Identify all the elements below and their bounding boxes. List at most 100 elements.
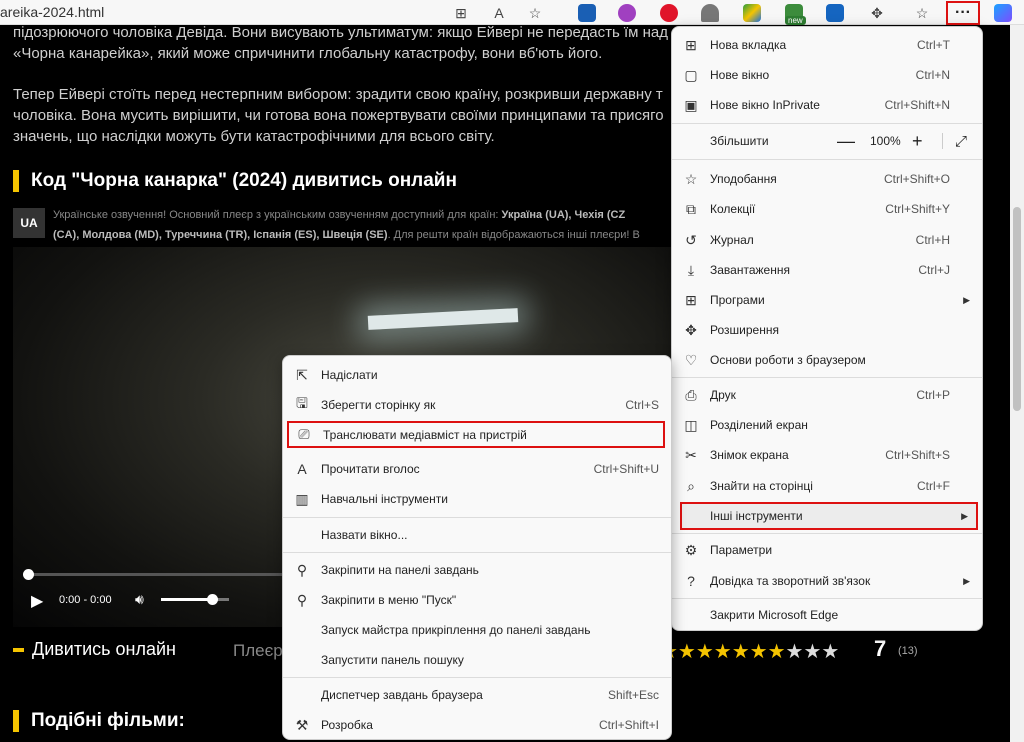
- fullscreen-icon[interactable]: ⤢: [955, 133, 967, 150]
- ext-drive-icon[interactable]: [743, 4, 761, 22]
- collections-icon: ⧉: [686, 200, 696, 217]
- rating-stars[interactable]: ★★★★★★★★★★: [660, 639, 839, 664]
- find-icon: ⌕: [687, 477, 695, 494]
- menu-separator: [283, 677, 671, 678]
- submenu-item-pin-taskbar[interactable]: ⚲ Закріпити на панелі завдань: [283, 555, 671, 585]
- read-aloud-icon[interactable]: A: [488, 2, 510, 24]
- settings-more-button[interactable]: ···: [946, 1, 980, 25]
- menu-item-help[interactable]: ? Довідка та зворотний зв'язок ▶: [672, 566, 982, 596]
- watch-heading: Код "Чорна канарка" (2024) дивитись онла…: [13, 170, 457, 192]
- favorite-star-icon[interactable]: ☆: [524, 2, 546, 24]
- menu-item-print[interactable]: ⎙ Друк Ctrl+P: [672, 380, 982, 410]
- description-text: підозрюючого чоловіка Девіда. Вони висув…: [13, 24, 669, 41]
- history-icon: ↺: [685, 231, 697, 248]
- volume-icon[interactable]: 🔊︎: [135, 591, 144, 608]
- favorites-icon: ☆: [684, 170, 698, 187]
- menu-item-browser-essentials[interactable]: ♡ Основи роботи з браузером: [672, 345, 982, 375]
- favorites-bar-icon[interactable]: ☆: [911, 2, 933, 24]
- devtools-icon: ⚒: [295, 716, 309, 733]
- save-page-icon: 🖫: [296, 395, 308, 411]
- submenu-item-pin-wizard[interactable]: Запуск майстра прикріплення до панелі за…: [283, 615, 671, 645]
- address-bar-url[interactable]: areika-2024.html: [0, 4, 104, 20]
- menu-item-favorites[interactable]: ☆ Уподобання Ctrl+Shift+O: [672, 164, 982, 194]
- inprivate-icon: ▣: [684, 96, 698, 113]
- menu-item-more-tools[interactable]: Інші інструменти ▶: [680, 502, 978, 530]
- menu-item-new-tab[interactable]: ⊞ Нова вкладка Ctrl+T: [672, 30, 982, 60]
- similar-heading: Подібні фільми:: [13, 710, 185, 732]
- menu-item-split-screen[interactable]: ◫ Розділений екран: [672, 410, 982, 440]
- submenu-item-developer-tools[interactable]: ⚒ Розробка Ctrl+Shift+I: [283, 710, 671, 740]
- chevron-right-icon: ▶: [963, 294, 970, 305]
- pin-taskbar-icon: ⚲: [296, 561, 308, 578]
- rating-value: 7: [874, 636, 887, 661]
- ext-arc-icon[interactable]: [701, 4, 719, 22]
- screenshot-icon: ✂: [685, 446, 697, 463]
- menu-item-new-window[interactable]: ▢ Нове вікно Ctrl+N: [672, 60, 982, 90]
- ext-opera-icon[interactable]: [660, 4, 678, 22]
- volume-fill: [161, 598, 212, 601]
- new-tab-icon: ⊞: [685, 36, 697, 53]
- description-text: значень, що наслідки можуть бути катастр…: [13, 128, 495, 145]
- browser-essentials-icon: ♡: [684, 351, 698, 368]
- copilot-icon[interactable]: [994, 4, 1012, 22]
- volume-slider[interactable]: [161, 594, 229, 605]
- menu-item-collections[interactable]: ⧉ Колекції Ctrl+Shift+Y: [672, 194, 982, 224]
- tab-accent: [13, 647, 24, 652]
- menu-item-settings[interactable]: ⚙ Параметри: [672, 535, 982, 565]
- submenu-item-read-aloud[interactable]: A Прочитати вголос Ctrl+Shift+U: [283, 454, 671, 484]
- description-text: «Чорна канарейка», який може спричинити …: [13, 45, 603, 62]
- app-available-icon[interactable]: ⊞: [450, 2, 472, 24]
- play-icon[interactable]: ▶: [31, 591, 43, 611]
- menu-item-screenshot[interactable]: ✂ Знімок екрана Ctrl+Shift+S: [672, 440, 982, 470]
- time-display: 0:00 - 0:00: [59, 594, 112, 606]
- share-icon: ⇱: [296, 366, 308, 383]
- learning-tools-icon: ▥: [295, 490, 309, 507]
- submenu-item-learning-tools[interactable]: ▥ Навчальні інструменти: [283, 484, 671, 514]
- chevron-right-icon: ▶: [963, 575, 970, 586]
- page-scrollbar[interactable]: [1010, 25, 1024, 742]
- menu-item-history[interactable]: ↺ Журнал Ctrl+H: [672, 225, 982, 255]
- split-screen-icon: ◫: [684, 416, 698, 433]
- description-text: чоловіка. Вона мусить вирішити, чи готов…: [13, 107, 664, 124]
- ext-dictionary-icon[interactable]: [578, 4, 596, 22]
- menu-item-extensions[interactable]: ✥ Розширення: [672, 315, 982, 345]
- rating-stars-empty: ★★★: [785, 641, 840, 663]
- menu-item-inprivate[interactable]: ▣ Нове вікно InPrivate Ctrl+Shift+N: [672, 90, 982, 120]
- ua-notice-countries: (CA), Молдова (MD), Туреччина (TR), Іспа…: [53, 229, 388, 241]
- submenu-item-search-bar[interactable]: Запустити панель пошуку: [283, 645, 671, 675]
- cast-icon: ⎚: [298, 426, 310, 442]
- volume-handle[interactable]: [207, 594, 218, 605]
- new-window-icon: ▢: [684, 66, 698, 83]
- submenu-item-save-page[interactable]: 🖫 Зберегти сторінку як Ctrl+S: [283, 390, 671, 420]
- help-icon: ?: [687, 573, 695, 589]
- menu-item-close-edge[interactable]: Закрити Microsoft Edge: [672, 600, 982, 630]
- menu-separator: [672, 159, 982, 160]
- menu-separator: [672, 377, 982, 378]
- menu-item-find[interactable]: ⌕ Знайти на сторінці Ctrl+F: [672, 471, 982, 501]
- submenu-item-share[interactable]: ⇱ Надіслати: [283, 360, 671, 390]
- menu-item-apps[interactable]: ⊞ Програми ▶: [672, 285, 982, 315]
- submenu-item-pin-start[interactable]: ⚲ Закріпити в меню "Пуск": [283, 585, 671, 615]
- extensions-puzzle-icon[interactable]: ✥: [866, 2, 888, 24]
- submenu-item-task-manager[interactable]: Диспетчер завдань браузера Shift+Esc: [283, 680, 671, 710]
- menu-item-downloads[interactable]: ⤓ Завантаження Ctrl+J: [672, 255, 982, 285]
- scrollbar-thumb[interactable]: [1013, 207, 1021, 411]
- ua-badge: UA: [13, 208, 45, 238]
- video-frame-lamp: [367, 308, 519, 330]
- ext-colorpicker-icon[interactable]: [618, 4, 636, 22]
- submenu-item-name-window[interactable]: Назвати вікно...: [283, 520, 671, 550]
- menu-separator: [672, 533, 982, 534]
- chevron-right-icon: ▶: [961, 510, 968, 521]
- zoom-out-button[interactable]: —: [837, 131, 855, 152]
- tab-watch-online[interactable]: Дивитись онлайн: [13, 639, 176, 660]
- menu-separator: [672, 123, 982, 124]
- ua-notice-text: Українське озвучення! Основний плеєр з у…: [53, 209, 502, 221]
- apps-icon: ⊞: [685, 291, 697, 308]
- progress-handle[interactable]: [23, 569, 34, 580]
- extensions-icon: ✥: [685, 321, 697, 338]
- ua-notice-countries: Україна (UA), Чехія (CZ: [501, 209, 626, 221]
- tab-player[interactable]: Плеєр: [233, 641, 283, 661]
- submenu-item-cast[interactable]: ⎚ Транслювати медіавміст на пристрій: [287, 421, 665, 448]
- ext-id-icon[interactable]: [826, 4, 844, 22]
- zoom-in-button[interactable]: +: [912, 131, 923, 152]
